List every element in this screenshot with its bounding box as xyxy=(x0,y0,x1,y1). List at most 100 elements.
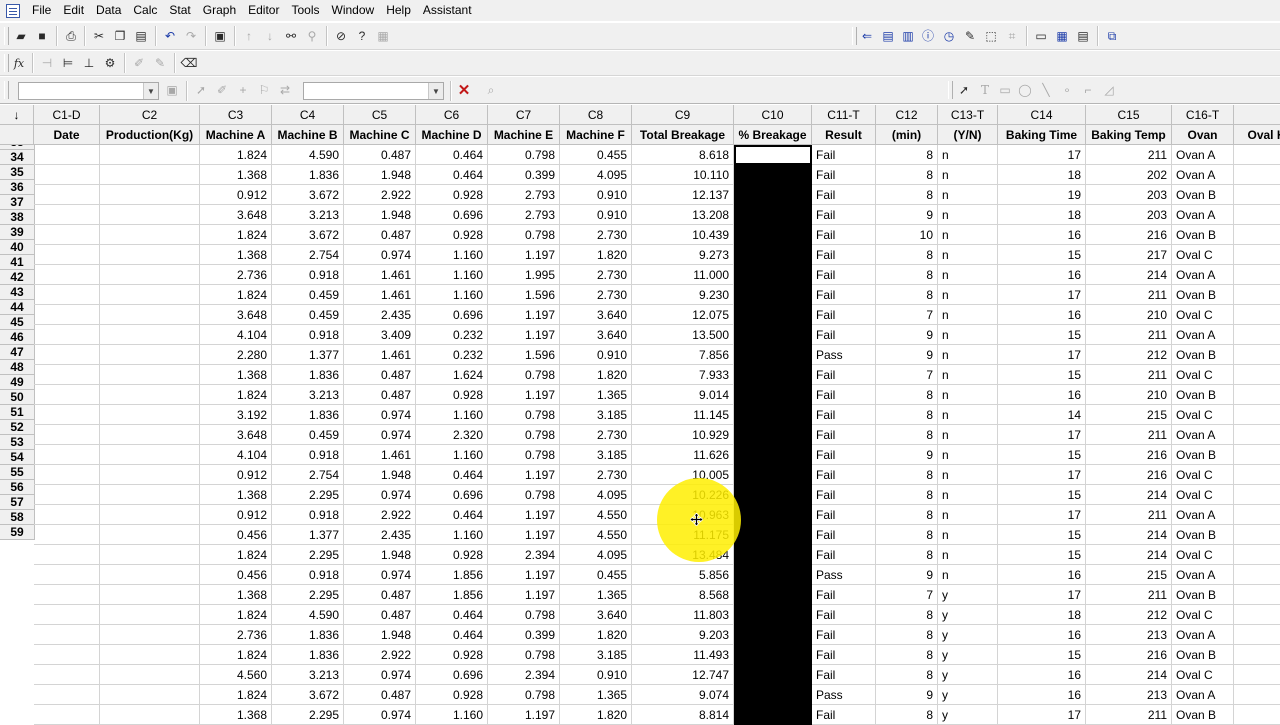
table-cell[interactable] xyxy=(734,545,812,565)
column-id-header[interactable]: C2 xyxy=(100,105,200,125)
table-cell[interactable]: 0.459 xyxy=(272,305,344,325)
table-cell[interactable]: Fail xyxy=(812,665,876,685)
table-cell[interactable]: Fail xyxy=(812,285,876,305)
row-number[interactable]: 46 xyxy=(0,330,35,345)
table-cell[interactable]: 8 xyxy=(876,645,938,665)
table-cell[interactable]: Pass xyxy=(812,345,876,365)
column-name-header[interactable]: % Breakage xyxy=(734,125,812,145)
row-number[interactable]: 48 xyxy=(0,360,35,375)
table-cell[interactable]: 15 xyxy=(998,245,1086,265)
table-cell[interactable] xyxy=(34,265,100,285)
table-cell[interactable]: 15 xyxy=(998,485,1086,505)
table-cell[interactable]: 0.928 xyxy=(416,685,488,705)
column-id-header[interactable]: C15 xyxy=(1086,105,1172,125)
table-cell[interactable]: 4.095 xyxy=(560,545,632,565)
table-cell[interactable]: y xyxy=(938,585,998,605)
table-cell[interactable]: Ovan B xyxy=(1172,705,1234,725)
menu-tools[interactable]: Tools xyxy=(285,0,325,21)
table-cell[interactable]: 216 xyxy=(1086,225,1172,245)
table-cell[interactable]: Pass xyxy=(812,685,876,705)
arrow-up-icon[interactable]: ↑ xyxy=(240,27,258,45)
table-cell[interactable]: 10.963 xyxy=(632,505,734,525)
table-cell[interactable] xyxy=(34,325,100,345)
table-cell[interactable]: 9.203 xyxy=(632,625,734,645)
table-cell[interactable]: 2.320 xyxy=(416,425,488,445)
column-name-header[interactable]: Total Breakage xyxy=(632,125,734,145)
table-cell[interactable]: 211 xyxy=(1086,585,1172,605)
table-cell[interactable]: y xyxy=(938,705,998,725)
table-cell[interactable]: 4.550 xyxy=(560,525,632,545)
table-cell[interactable]: 1.948 xyxy=(344,625,416,645)
menu-editor[interactable]: Editor xyxy=(242,0,285,21)
row-number[interactable]: 45 xyxy=(0,315,35,330)
table-cell[interactable]: Fail xyxy=(812,165,876,185)
column-name-header[interactable]: Machine F xyxy=(560,125,632,145)
swap-icon[interactable]: ⇄ xyxy=(276,81,294,99)
session-folder-icon[interactable]: ⇐ xyxy=(858,27,876,45)
zoom-icon[interactable]: ⌕ xyxy=(482,81,500,99)
column-name-header[interactable]: Baking Temp xyxy=(1086,125,1172,145)
table-cell[interactable]: 13.208 xyxy=(632,205,734,225)
table-cell[interactable] xyxy=(1234,665,1280,685)
table-cell[interactable] xyxy=(1234,565,1280,585)
table-cell[interactable]: Fail xyxy=(812,185,876,205)
table-cell[interactable] xyxy=(100,525,200,545)
column-id-header[interactable]: C5 xyxy=(344,105,416,125)
table-cell[interactable]: 1.856 xyxy=(416,565,488,585)
graph-item-selector[interactable]: ▼ xyxy=(18,82,159,100)
table-cell[interactable]: 0.456 xyxy=(200,565,272,585)
table-cell[interactable] xyxy=(734,485,812,505)
table-cell[interactable]: 1.836 xyxy=(272,365,344,385)
table-cell[interactable]: Ovan A xyxy=(1172,685,1234,705)
table-cell[interactable]: 1.596 xyxy=(488,285,560,305)
table-cell[interactable] xyxy=(734,705,812,725)
table-cell[interactable]: 9.014 xyxy=(632,385,734,405)
table-cell[interactable]: 2.793 xyxy=(488,205,560,225)
column-id-header[interactable]: C14 xyxy=(998,105,1086,125)
edit-attributes-icon[interactable]: ▣ xyxy=(163,81,181,99)
table-cell[interactable] xyxy=(100,665,200,685)
column-id-header[interactable]: C4 xyxy=(272,105,344,125)
table-cell[interactable]: 9 xyxy=(876,565,938,585)
table-cell[interactable]: Ovan A xyxy=(1172,425,1234,445)
table-cell[interactable]: n xyxy=(938,245,998,265)
table-cell[interactable]: 1.160 xyxy=(416,285,488,305)
table-cell[interactable]: 8 xyxy=(876,525,938,545)
marker-tool-icon[interactable]: ∘ xyxy=(1058,81,1076,99)
table-cell[interactable] xyxy=(734,305,812,325)
table-cell[interactable]: 215 xyxy=(1086,565,1172,585)
table-cell[interactable]: 1.365 xyxy=(560,585,632,605)
table-cell[interactable]: 1.368 xyxy=(200,165,272,185)
table-cell[interactable]: 7 xyxy=(876,585,938,605)
move-columns-icon[interactable]: ⚙ xyxy=(101,54,119,72)
table-cell[interactable]: 18 xyxy=(998,205,1086,225)
table-cell[interactable]: 1.824 xyxy=(200,385,272,405)
table-cell[interactable]: 16 xyxy=(998,305,1086,325)
table-cell[interactable]: 0.974 xyxy=(344,665,416,685)
table-cell[interactable]: Fail xyxy=(812,385,876,405)
ellipse-tool-icon[interactable]: ◯ xyxy=(1016,81,1034,99)
select-pointer-icon[interactable]: ➚ xyxy=(192,81,210,99)
table-cell[interactable]: 17 xyxy=(998,425,1086,445)
table-cell[interactable]: 1.368 xyxy=(200,485,272,505)
table-cell[interactable] xyxy=(734,165,812,185)
table-cell[interactable]: n xyxy=(938,485,998,505)
brush-icon[interactable]: ✐ xyxy=(130,54,148,72)
menu-data[interactable]: Data xyxy=(90,0,127,21)
table-cell[interactable]: 1.160 xyxy=(416,525,488,545)
table-cell[interactable]: 8 xyxy=(876,405,938,425)
table-cell[interactable] xyxy=(34,205,100,225)
table-cell[interactable] xyxy=(34,625,100,645)
column-id-header[interactable]: C9 xyxy=(632,105,734,125)
table-cell[interactable] xyxy=(734,525,812,545)
table-cell[interactable]: 10.439 xyxy=(632,225,734,245)
table-cell[interactable]: Fail xyxy=(812,605,876,625)
row-number[interactable]: 54 xyxy=(0,450,35,465)
table-cell[interactable]: 0.928 xyxy=(416,545,488,565)
table-cell[interactable] xyxy=(734,325,812,345)
table-cell[interactable]: 1.461 xyxy=(344,265,416,285)
table-cell[interactable]: 10.110 xyxy=(632,165,734,185)
table-cell[interactable]: n xyxy=(938,405,998,425)
table-cell[interactable]: Oval C xyxy=(1172,605,1234,625)
table-cell[interactable]: 214 xyxy=(1086,265,1172,285)
